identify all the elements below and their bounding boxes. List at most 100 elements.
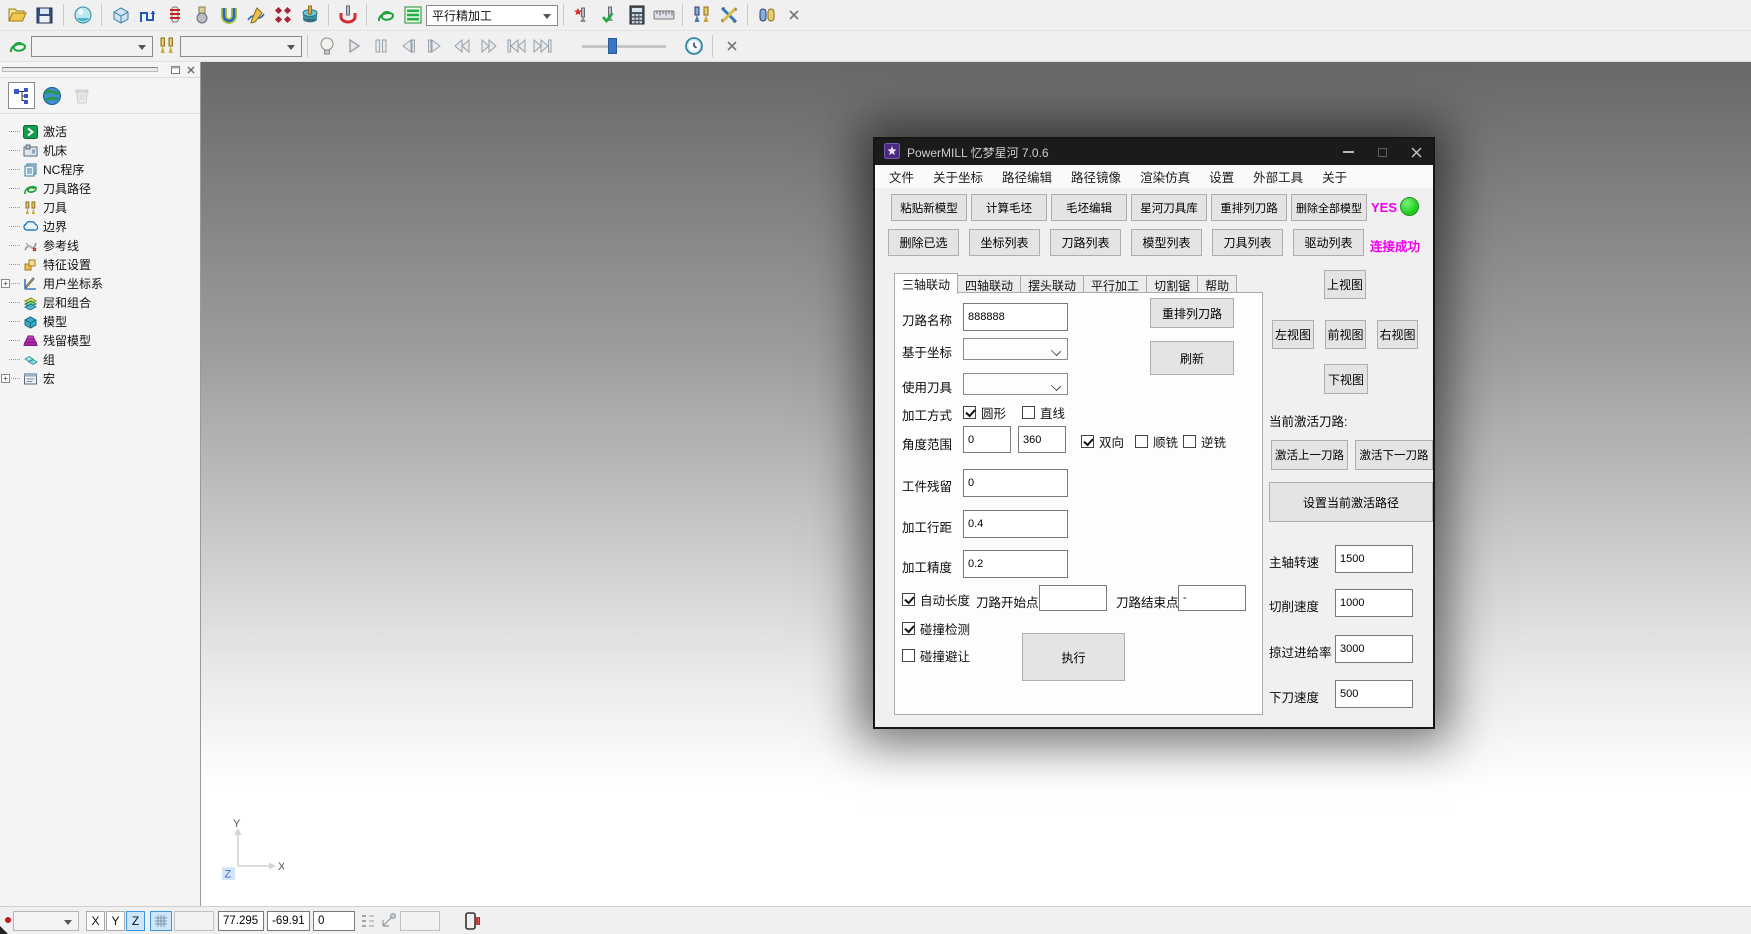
stock-remain-input[interactable]	[963, 469, 1068, 497]
plunge-feed-input[interactable]	[1335, 680, 1413, 708]
tree-item-machine[interactable]: 机床	[0, 141, 200, 160]
view-front-button[interactable]: 前视图	[1325, 320, 1366, 349]
tree-item-models[interactable]: 模型	[0, 312, 200, 331]
collision-avoid-checkbox[interactable]: 碰撞避让	[902, 646, 970, 665]
edit-block-button[interactable]: 毛坯编辑	[1051, 194, 1127, 221]
path-end-input[interactable]	[1178, 585, 1246, 611]
toolpath-icon[interactable]	[372, 2, 399, 28]
menu-file[interactable]: 文件	[889, 167, 914, 186]
tool-library-button[interactable]: 星河刀具库	[1131, 194, 1207, 221]
sim-toolpath-select[interactable]	[31, 36, 153, 57]
tree-item-toolpaths[interactable]: 刀具路径	[0, 179, 200, 198]
view-top-button[interactable]: 上视图	[1324, 270, 1366, 299]
tree-item-levels[interactable]: 层和组合	[0, 293, 200, 312]
coord-x-input[interactable]	[218, 911, 264, 931]
pause-icon[interactable]	[367, 33, 394, 59]
model-list-button[interactable]: 模型列表	[1131, 229, 1202, 256]
probe-position-icon[interactable]	[380, 912, 396, 932]
points-icon[interactable]	[269, 2, 296, 28]
view-right-button[interactable]: 右视图	[1377, 320, 1418, 349]
compute-block-button[interactable]: 计算毛坯	[971, 194, 1047, 221]
conventional-mill-checkbox[interactable]: 逆铣	[1183, 432, 1226, 451]
tree-item-patterns[interactable]: 参考线	[0, 236, 200, 255]
xyz-list-icon[interactable]	[361, 913, 375, 932]
angle-from-input[interactable]	[963, 426, 1011, 453]
tree-item-boundaries[interactable]: 边界	[0, 217, 200, 236]
go-end-icon[interactable]	[529, 33, 556, 59]
dock-grip[interactable]	[2, 67, 158, 72]
delete-selected-button[interactable]: 删除已选	[888, 229, 959, 256]
step-forward-icon[interactable]	[421, 33, 448, 59]
tree-item-nc-program[interactable]: NC程序	[0, 160, 200, 179]
shaded-view-icon[interactable]	[69, 2, 96, 28]
expand-icon[interactable]	[1, 374, 10, 383]
paste-new-model-button[interactable]: 粘贴新模型	[891, 194, 967, 221]
maximize-button[interactable]	[1365, 139, 1399, 165]
tool-change-icon[interactable]	[688, 2, 715, 28]
web-tab[interactable]	[38, 82, 65, 109]
axis-x-button[interactable]: X	[86, 911, 105, 931]
rearrange-button[interactable]: 重排列刀路	[1150, 298, 1234, 328]
tree-item-tools[interactable]: 刀具	[0, 198, 200, 217]
view-left-button[interactable]: 左视图	[1272, 320, 1314, 349]
angle-to-input[interactable]	[1018, 426, 1066, 453]
set-active-path-button[interactable]: 设置当前激活路径	[1269, 482, 1433, 522]
tree-item-groups[interactable]: 组	[0, 350, 200, 369]
sim-tool-select[interactable]	[180, 36, 302, 57]
view-bottom-button[interactable]: 下视图	[1324, 364, 1368, 394]
feature-set-icon[interactable]	[296, 2, 323, 28]
toolpath-name-input[interactable]	[963, 303, 1068, 331]
crossed-tools-icon[interactable]	[715, 2, 742, 28]
grid-snap-button[interactable]	[150, 911, 172, 931]
axis-y-button[interactable]: Y	[106, 911, 125, 931]
bidirectional-checkbox[interactable]: 双向	[1081, 432, 1124, 451]
axis-z-button[interactable]: Z	[126, 911, 145, 931]
dock-close-icon[interactable]	[184, 64, 197, 76]
toolpath-list-button[interactable]: 刀路列表	[1050, 229, 1121, 256]
statusbar-select[interactable]	[13, 911, 79, 931]
toolpath-icon[interactable]	[4, 33, 31, 59]
simulation-entry-icon[interactable]	[569, 2, 596, 28]
measure-icon[interactable]	[650, 2, 677, 28]
collision-check-icon[interactable]	[334, 2, 361, 28]
drive-list-button[interactable]: 驱动列表	[1293, 229, 1364, 256]
save-icon[interactable]	[31, 2, 58, 28]
minimize-button[interactable]	[1331, 139, 1365, 165]
execute-button[interactable]: 执行	[1022, 633, 1125, 681]
tree-item-workplanes[interactable]: 用户坐标系	[0, 274, 200, 293]
rearrange-toolpaths-button[interactable]: 重排列刀路	[1211, 194, 1287, 221]
method-line-checkbox[interactable]: 直线	[1022, 403, 1065, 422]
skim-feed-input[interactable]	[1335, 635, 1413, 663]
clock-icon[interactable]	[680, 33, 707, 59]
path-start-input[interactable]	[1039, 585, 1107, 611]
close-icon[interactable]	[780, 2, 807, 28]
activate-next-toolpath-button[interactable]: 激活下一刀路	[1355, 440, 1433, 470]
tree-item-stock-models[interactable]: 残留模型	[0, 331, 200, 350]
menu-settings[interactable]: 设置	[1209, 167, 1234, 186]
active-toolpath-select[interactable]: 平行精加工	[426, 5, 558, 26]
aux-input[interactable]	[400, 911, 440, 931]
coord-z-input[interactable]	[313, 911, 355, 931]
climb-mill-checkbox[interactable]: 顺铣	[1135, 432, 1178, 451]
go-start-icon[interactable]	[502, 33, 529, 59]
spindle-speed-input[interactable]	[1335, 545, 1413, 573]
refresh-button[interactable]: 刷新	[1150, 341, 1234, 375]
explorer-tree-tab[interactable]	[8, 82, 35, 109]
grid-size-input[interactable]	[174, 911, 214, 931]
menu-about[interactable]: 关于	[1322, 167, 1347, 186]
pattern-icon[interactable]	[242, 2, 269, 28]
open-file-icon[interactable]	[4, 2, 31, 28]
delete-all-models-button[interactable]: 删除全部模型	[1291, 194, 1367, 221]
search-back-icon[interactable]	[448, 33, 475, 59]
close-icon[interactable]	[718, 33, 745, 59]
dialog-titlebar[interactable]: PowerMILL 忆梦星河 7.0.6	[875, 139, 1433, 165]
menu-path-mirror[interactable]: 路径镜像	[1071, 167, 1121, 186]
tool-icon[interactable]	[153, 33, 180, 59]
tree-item-activate[interactable]: 激活	[0, 122, 200, 141]
menu-external-tools[interactable]: 外部工具	[1253, 167, 1303, 186]
toolpath-leads-icon[interactable]	[134, 2, 161, 28]
tool-list-button[interactable]: 刀具列表	[1212, 229, 1283, 256]
collision-detect-checkbox[interactable]: 碰撞检测	[902, 619, 970, 638]
expand-icon[interactable]	[1, 279, 10, 288]
tolerance-input[interactable]	[963, 550, 1068, 578]
